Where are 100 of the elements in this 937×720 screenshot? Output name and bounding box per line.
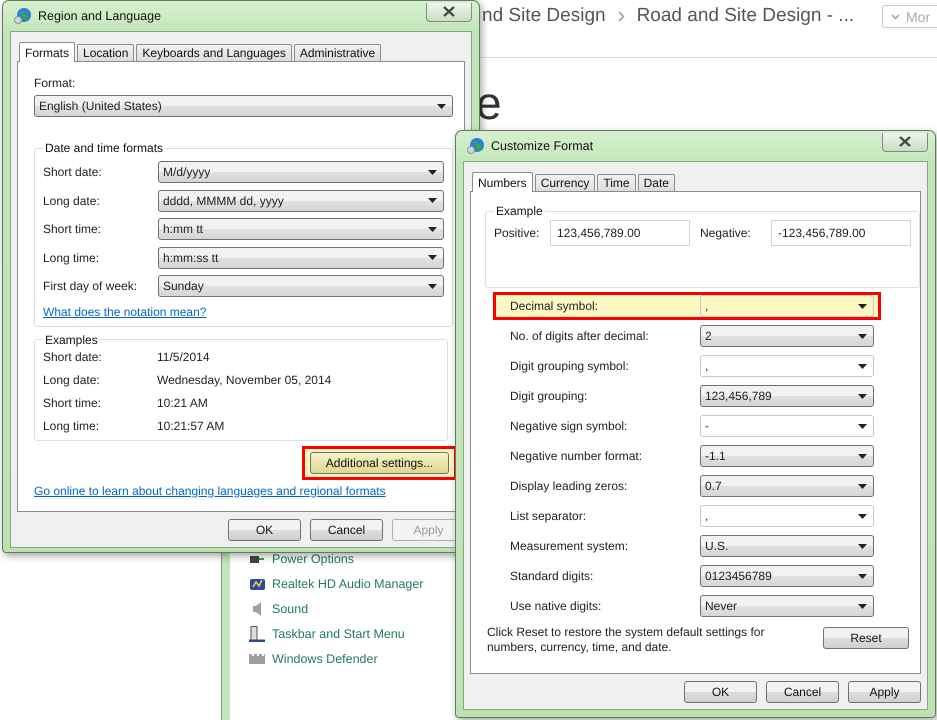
globe-icon [467,137,485,155]
tab[interactable]: Numbers [472,172,533,192]
setting-dropdown[interactable]: U.S. [700,535,874,557]
setting-label: Negative sign symbol: [510,419,628,433]
example-label: Short time: [43,396,102,410]
example-value: Wednesday, November 05, 2014 [157,372,332,386]
close-icon [899,136,911,147]
field-label: Short date: [43,165,103,179]
setting-dropdown[interactable]: 2 [700,325,874,347]
format-dropdown[interactable]: M/d/yyyy [158,161,444,183]
dropdown-arrow-icon [437,104,446,108]
control-panel-link[interactable]: Realtek HD Audio Manager [272,577,424,591]
format-dropdown[interactable]: English (United States) [34,95,453,117]
dropdown-arrow-icon [858,424,867,428]
dropdown-arrow-icon [428,198,437,203]
group-title: Date and time formats [44,141,164,155]
plug-icon [250,556,264,562]
example-field: 123,456,789.00 [550,220,690,246]
dialog-button[interactable]: Apply [848,681,921,703]
dropdown-arrow-icon [428,170,437,174]
additional-settings-button[interactable]: Additional settings... [310,452,449,474]
example-label: Short date: [43,350,103,364]
help-link[interactable]: Go online to learn about changing languages and regional formats [34,484,386,498]
dropdown-arrow-icon [858,334,867,338]
setting-dropdown[interactable]: 0123456789 [700,565,874,587]
setting-label: Use native digits: [510,599,602,613]
window-title: Customize Format [491,139,594,153]
setting-dropdown[interactable]: , [700,355,874,377]
dropdown-arrow-icon [858,394,867,398]
taskbar-icon [249,626,265,642]
setting-label: Digit grouping: [510,389,588,403]
format-dropdown[interactable]: dddd, MMMM dd, yyyy [158,190,444,212]
setting-dropdown[interactable]: , [700,295,874,317]
chevron-right-icon [618,10,625,22]
field-label: Short time: [43,222,102,236]
setting-label: Standard digits: [510,569,594,583]
setting-label: Display leading zeros: [510,479,628,493]
tab[interactable]: Time [597,174,636,191]
dropdown-arrow-icon [428,255,437,260]
dropdown-arrow-icon [858,364,867,368]
dropdown-arrow-icon [858,514,867,518]
breadcrumb-item[interactable]: Road and Site Design - ... [636,5,854,27]
setting-label: Measurement system: [510,539,630,553]
example-value: 10:21:57 AM [157,418,224,432]
format-dropdown[interactable]: h:mm tt [158,218,444,240]
control-panel-link[interactable]: Sound [272,602,308,616]
dropdown-arrow-icon [858,574,867,578]
field-label: Negative: [700,226,752,240]
globe-icon [14,7,32,25]
setting-label: No. of digits after decimal: [510,329,650,343]
tab[interactable]: Keyboards and Languages [136,44,292,61]
close-button[interactable] [882,132,928,152]
setting-dropdown[interactable]: Never [700,595,874,617]
example-label: Long date: [43,372,101,386]
format-dropdown[interactable]: Sunday [158,275,444,297]
window-title: Region and Language [38,9,162,23]
close-icon [443,6,455,17]
tab[interactable]: Date [638,174,675,191]
help-link[interactable]: What does the notation mean? [43,304,206,318]
speaker-icon [253,602,261,616]
tab[interactable]: Location [77,44,134,61]
dialog-button[interactable]: Cancel [766,681,839,703]
group-title: Examples [44,332,99,346]
format-dropdown[interactable]: h:mm:ss tt [158,246,444,268]
close-button[interactable] [426,2,472,22]
field-label: Long date: [43,194,101,208]
control-panel-link[interactable]: Power Options [272,552,354,566]
example-label: Long time: [43,418,100,432]
reset-note: Click Reset to restore the system default settings for numbers, currency, time, and date. [487,625,766,655]
setting-dropdown[interactable]: - [700,415,874,437]
dropdown-arrow-icon [858,304,867,308]
setting-label: List separator: [510,509,588,523]
audio-chip-icon [250,578,264,590]
dialog-button[interactable]: Cancel [310,518,383,540]
field-label: Long time: [43,250,100,264]
group-title: Example [495,204,544,218]
tab[interactable]: Formats [19,42,76,62]
dropdown-arrow-icon [858,604,867,608]
dropdown-arrow-icon [858,544,867,548]
example-field: -123,456,789.00 [771,220,911,246]
setting-dropdown[interactable]: , [700,505,874,527]
field-label: First day of week: [43,279,138,293]
setting-dropdown[interactable]: 123,456,789 [700,385,874,407]
dropdown-arrow-icon [858,484,867,488]
example-value: 11/5/2014 [157,350,210,364]
reset-button[interactable]: Reset [823,627,909,649]
castle-wall-icon [249,654,265,664]
dropdown-arrow-icon [428,226,437,232]
control-panel-link[interactable]: Windows Defender [272,652,378,666]
field-label: Format: [34,76,76,90]
dialog-button[interactable]: OK [684,681,757,703]
dropdown-arrow-icon [858,454,867,458]
control-panel-link[interactable]: Taskbar and Start Menu [272,627,405,641]
setting-dropdown[interactable]: 0.7 [700,475,874,497]
setting-dropdown[interactable]: -1.1 [700,445,874,467]
breadcrumb-item[interactable]: nd Site Design [482,5,606,27]
example-value: 10:21 AM [157,396,208,410]
dialog-button[interactable]: OK [228,518,301,540]
tab[interactable]: Administrative [294,44,382,61]
tab[interactable]: Currency [534,174,596,191]
